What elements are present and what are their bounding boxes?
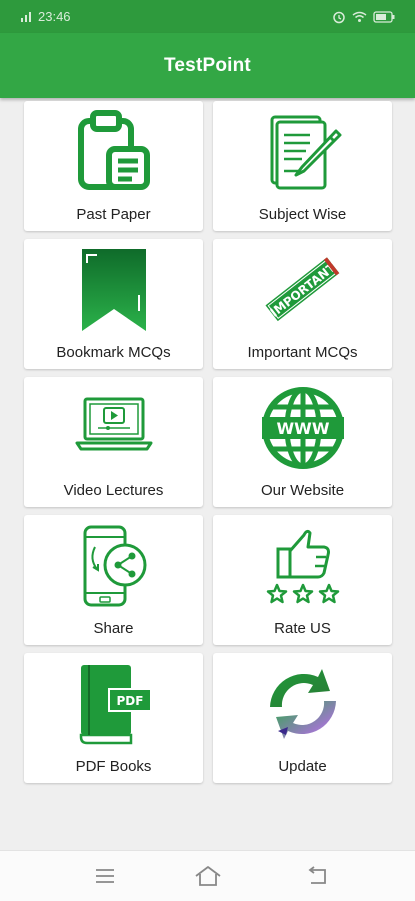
app-title: TestPoint: [164, 54, 251, 76]
system-nav-bar: [0, 850, 415, 901]
home-icon[interactable]: [193, 863, 223, 889]
update-label: Update: [278, 758, 327, 775]
status-time: 23:46: [38, 9, 71, 24]
pdf-book-icon: PDF: [69, 659, 159, 749]
past-paper-label: Past Paper: [76, 206, 151, 223]
our-website-card[interactable]: WWW Our Website: [213, 377, 392, 507]
alarm-icon: [332, 10, 346, 24]
share-label: Share: [93, 620, 134, 637]
app-bar: TestPoint: [0, 33, 415, 98]
sync-arrows-icon: [258, 659, 348, 749]
pdf-books-label: PDF Books: [75, 758, 152, 775]
past-paper-card[interactable]: Past Paper: [24, 101, 203, 231]
rate-us-label: Rate US: [274, 620, 331, 637]
battery-icon: [373, 10, 395, 23]
clipboard-icon: [69, 107, 159, 197]
our-website-label: Our Website: [260, 482, 345, 499]
thumbs-up-stars-icon: [258, 521, 348, 611]
subject-wise-label: Subject Wise: [258, 206, 347, 223]
svg-text:WWW: WWW: [276, 419, 329, 438]
menu-grid: Past Paper Subject Wise Bookmark MCQs IM…: [24, 101, 392, 783]
svg-text:PDF: PDF: [116, 694, 143, 708]
document-pen-icon: [258, 107, 348, 197]
phone-share-icon: [69, 521, 159, 611]
bookmark-mcqs-label: Bookmark MCQs: [56, 344, 171, 361]
important-mcqs-card[interactable]: IMPORTANT Important MCQs: [213, 239, 392, 369]
bookmark-mcqs-card[interactable]: Bookmark MCQs: [24, 239, 203, 369]
share-card[interactable]: Share: [24, 515, 203, 645]
update-card[interactable]: Update: [213, 653, 392, 783]
status-right: [332, 10, 395, 24]
video-lectures-card[interactable]: Video Lectures: [24, 377, 203, 507]
signal-icon: [20, 11, 32, 23]
wifi-icon: [352, 11, 367, 23]
video-lectures-label: Video Lectures: [63, 482, 164, 499]
menu-icon[interactable]: [90, 863, 120, 889]
rate-us-card[interactable]: Rate US: [213, 515, 392, 645]
www-globe-icon: WWW: [258, 383, 348, 473]
important-stamp-icon: IMPORTANT: [258, 245, 348, 335]
status-bar: 23:46: [0, 0, 415, 33]
svg-text:IMPORTANT: IMPORTANT: [267, 260, 338, 320]
bookmark-icon: [69, 245, 159, 335]
status-left: 23:46: [20, 9, 71, 24]
pdf-books-card[interactable]: PDF PDF Books: [24, 653, 203, 783]
back-icon[interactable]: [302, 863, 332, 889]
important-mcqs-label: Important MCQs: [247, 344, 358, 361]
subject-wise-card[interactable]: Subject Wise: [213, 101, 392, 231]
laptop-video-icon: [69, 383, 159, 473]
